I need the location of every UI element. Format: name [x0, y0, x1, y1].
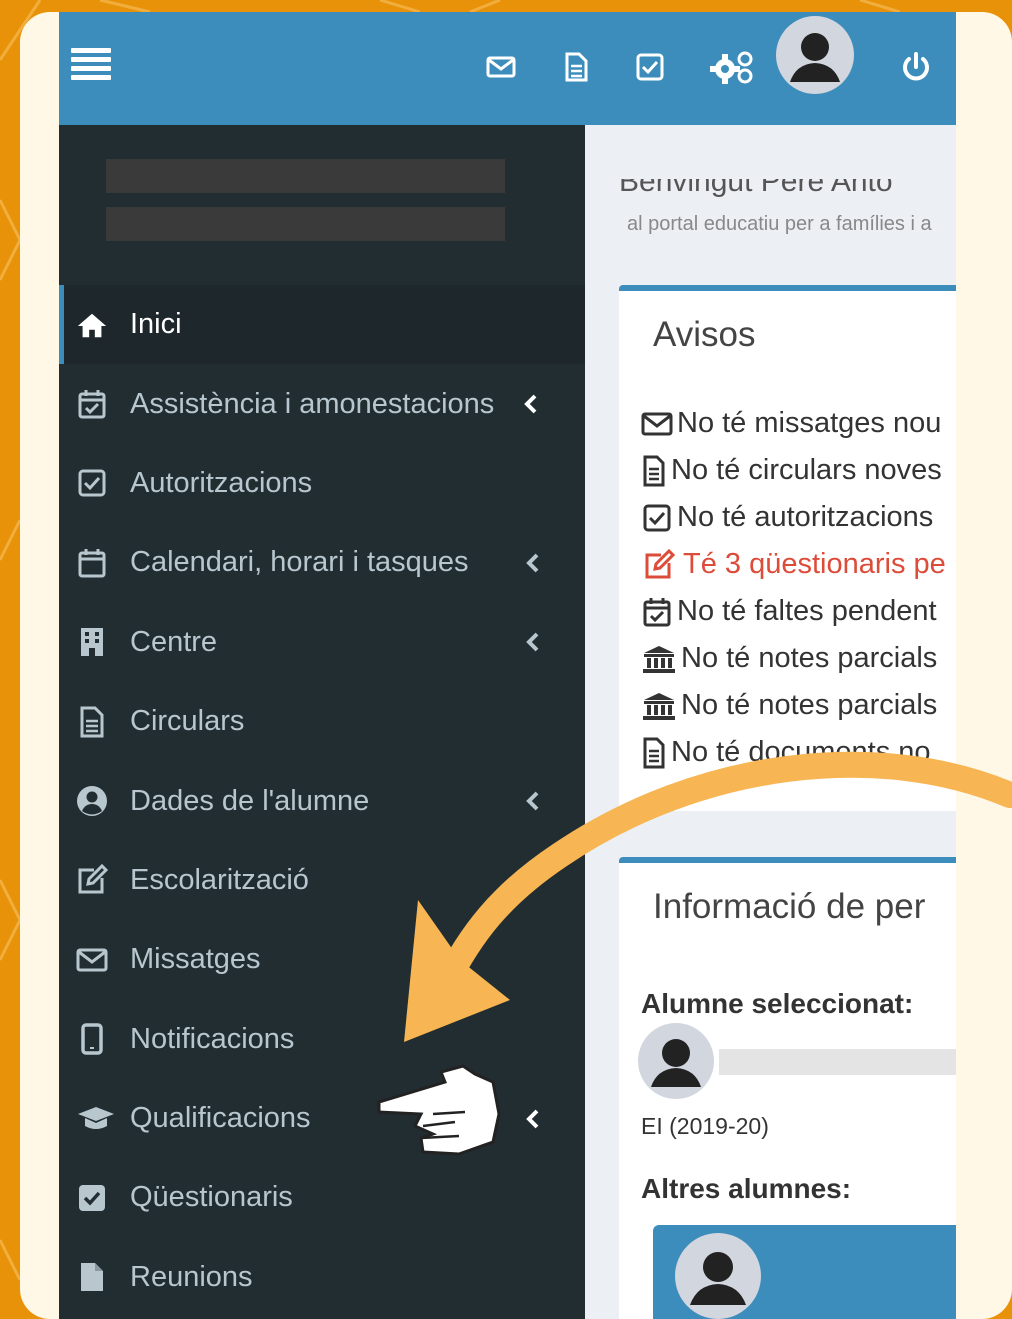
sidebar: Inici Assistència i amonestacions Autori… — [59, 125, 585, 1319]
notice-absences[interactable]: No té faltes pendent — [641, 595, 937, 628]
sidebar-item-label: Centre — [130, 625, 218, 658]
notice-text: No té notes parcials — [681, 689, 938, 721]
sidebar-item-label: Autoritzacions — [130, 466, 313, 499]
sidebar-item-label: Notificacions — [130, 1022, 295, 1055]
sidebar-item-reunions[interactable]: Reunions — [59, 1238, 585, 1317]
sidebar-item-label: Circulars — [130, 705, 245, 738]
sidebar-item-notificacions[interactable]: Notificacions — [59, 1000, 585, 1079]
notice-partial-grades[interactable]: No té notes parcials — [641, 642, 937, 675]
notices-title: Avisos — [653, 315, 756, 354]
check-square-icon — [76, 467, 108, 499]
check-square-solid-icon — [76, 1182, 108, 1214]
notice-documents[interactable]: No té documents no — [641, 736, 931, 769]
edit-icon — [76, 864, 108, 896]
notice-circulars[interactable]: No té circulars noves — [641, 454, 942, 487]
sidebar-item-calendari[interactable]: Calendari, horari i tasques — [59, 523, 585, 602]
mobile-icon — [76, 1023, 108, 1055]
notice-messages[interactable]: No té missatges nou — [641, 407, 941, 440]
file-icon[interactable] — [559, 50, 593, 84]
redacted-school — [106, 207, 505, 241]
screenshot-frame: Inici Assistència i amonestacions Autori… — [20, 12, 1012, 1319]
sidebar-item-centre[interactable]: Centre — [59, 603, 585, 682]
sidebar-item-label: Reunions — [130, 1260, 253, 1293]
chevron-left-icon — [524, 394, 537, 414]
hamburger-icon[interactable] — [71, 48, 111, 88]
calendar-icon — [76, 547, 108, 579]
check-square-icon[interactable] — [633, 50, 667, 84]
redacted-name — [106, 159, 505, 193]
notice-authorizations[interactable]: No té autoritzacions — [641, 501, 933, 534]
edit-icon — [641, 548, 679, 581]
building-icon — [76, 626, 108, 658]
notice-questionnaires[interactable]: Té 3 qüestionaris pe — [641, 548, 946, 581]
course-label: EI (2019-20) — [641, 1113, 769, 1139]
graduation-cap-icon — [76, 1103, 116, 1135]
notice-text: No té missatges nou — [677, 407, 942, 439]
file-icon — [641, 737, 667, 769]
notice-text: No té documents no — [671, 736, 931, 768]
other-student-avatar — [675, 1233, 761, 1319]
sidebar-item-assistencia[interactable]: Assistència i amonestacions — [59, 364, 585, 443]
bank-icon — [641, 643, 677, 675]
sidebar-item-dades-alumne[interactable]: Dades de l'alumne — [59, 761, 585, 840]
sidebar-item-qualificacions[interactable]: Qualificacions — [59, 1079, 585, 1158]
sidebar-item-label: Qualificacions — [130, 1102, 311, 1135]
sidebar-item-escolaritzacio[interactable]: Escolarització — [59, 841, 585, 920]
app-window: Inici Assistència i amonestacions Autori… — [59, 12, 956, 1319]
power-icon[interactable] — [899, 50, 933, 84]
notice-text: No té notes parcials — [681, 642, 938, 674]
sidebar-item-questionaris[interactable]: Qüestionaris — [59, 1158, 585, 1237]
notice-text: No té circulars noves — [671, 454, 942, 486]
bank-icon — [641, 690, 677, 722]
chevron-left-icon — [526, 791, 539, 811]
selected-student-label: Alumne seleccionat: — [641, 988, 914, 1019]
notices-box: Avisos No té missatges nou No té circula… — [619, 285, 956, 811]
selected-student-avatar — [638, 1023, 714, 1099]
envelope-icon[interactable] — [484, 50, 518, 84]
other-students-label: Altres alumnes: — [641, 1173, 852, 1204]
chevron-left-icon — [526, 553, 539, 573]
user-circle-icon — [76, 785, 108, 817]
file-icon — [76, 706, 108, 738]
check-square-icon — [641, 502, 673, 534]
welcome-title: Benvingut Pere Anto — [619, 165, 893, 198]
sidebar-item-label: Escolarització — [130, 863, 309, 896]
sidebar-item-circulars[interactable]: Circulars — [59, 682, 585, 761]
file-solid-icon — [76, 1261, 108, 1293]
notice-text: Té 3 qüestionaris pe — [683, 548, 946, 580]
profile-title: Informació de per — [653, 887, 926, 926]
cogs-icon[interactable] — [709, 50, 755, 84]
sidebar-item-inici[interactable]: Inici — [59, 285, 585, 365]
other-student-card[interactable] — [653, 1225, 956, 1319]
sidebar-item-label: Assistència i amonestacions — [130, 387, 495, 420]
calendar-check-icon — [641, 596, 673, 628]
selected-student-name-redacted — [719, 1049, 956, 1075]
top-navbar — [59, 12, 956, 125]
envelope-icon — [641, 408, 673, 440]
sidebar-item-autoritzacions[interactable]: Autoritzacions — [59, 444, 585, 523]
welcome-subtitle: al portal educatiu per a famílies i a — [627, 213, 932, 235]
sidebar-item-label: Inici — [130, 308, 182, 341]
profile-box: Informació de per Alumne seleccionat: EI… — [619, 857, 956, 1319]
envelope-icon — [76, 944, 108, 976]
user-avatar[interactable] — [776, 16, 854, 94]
sidebar-item-missatges[interactable]: Missatges — [59, 920, 585, 999]
file-icon — [641, 455, 667, 487]
sidebar-item-label: Calendari, horari i tasques — [130, 546, 469, 579]
sidebar-menu: Inici Assistència i amonestacions Autori… — [59, 285, 585, 1317]
user-panel-redacted — [106, 159, 505, 255]
notice-partial-grades[interactable]: No té notes parcials — [641, 689, 937, 722]
home-icon — [76, 309, 108, 341]
main-content: Benvingut Pere Anto al portal educatiu p… — [585, 125, 956, 1319]
notice-text: No té autoritzacions — [677, 501, 934, 533]
chevron-left-icon — [526, 1109, 539, 1129]
sidebar-item-label: Missatges — [130, 943, 261, 976]
sidebar-item-label: Dades de l'alumne — [130, 784, 370, 817]
calendar-check-icon — [76, 388, 108, 420]
sidebar-item-label: Qüestionaris — [130, 1181, 293, 1214]
notice-text: No té faltes pendent — [677, 595, 937, 627]
chevron-left-icon — [526, 632, 539, 652]
